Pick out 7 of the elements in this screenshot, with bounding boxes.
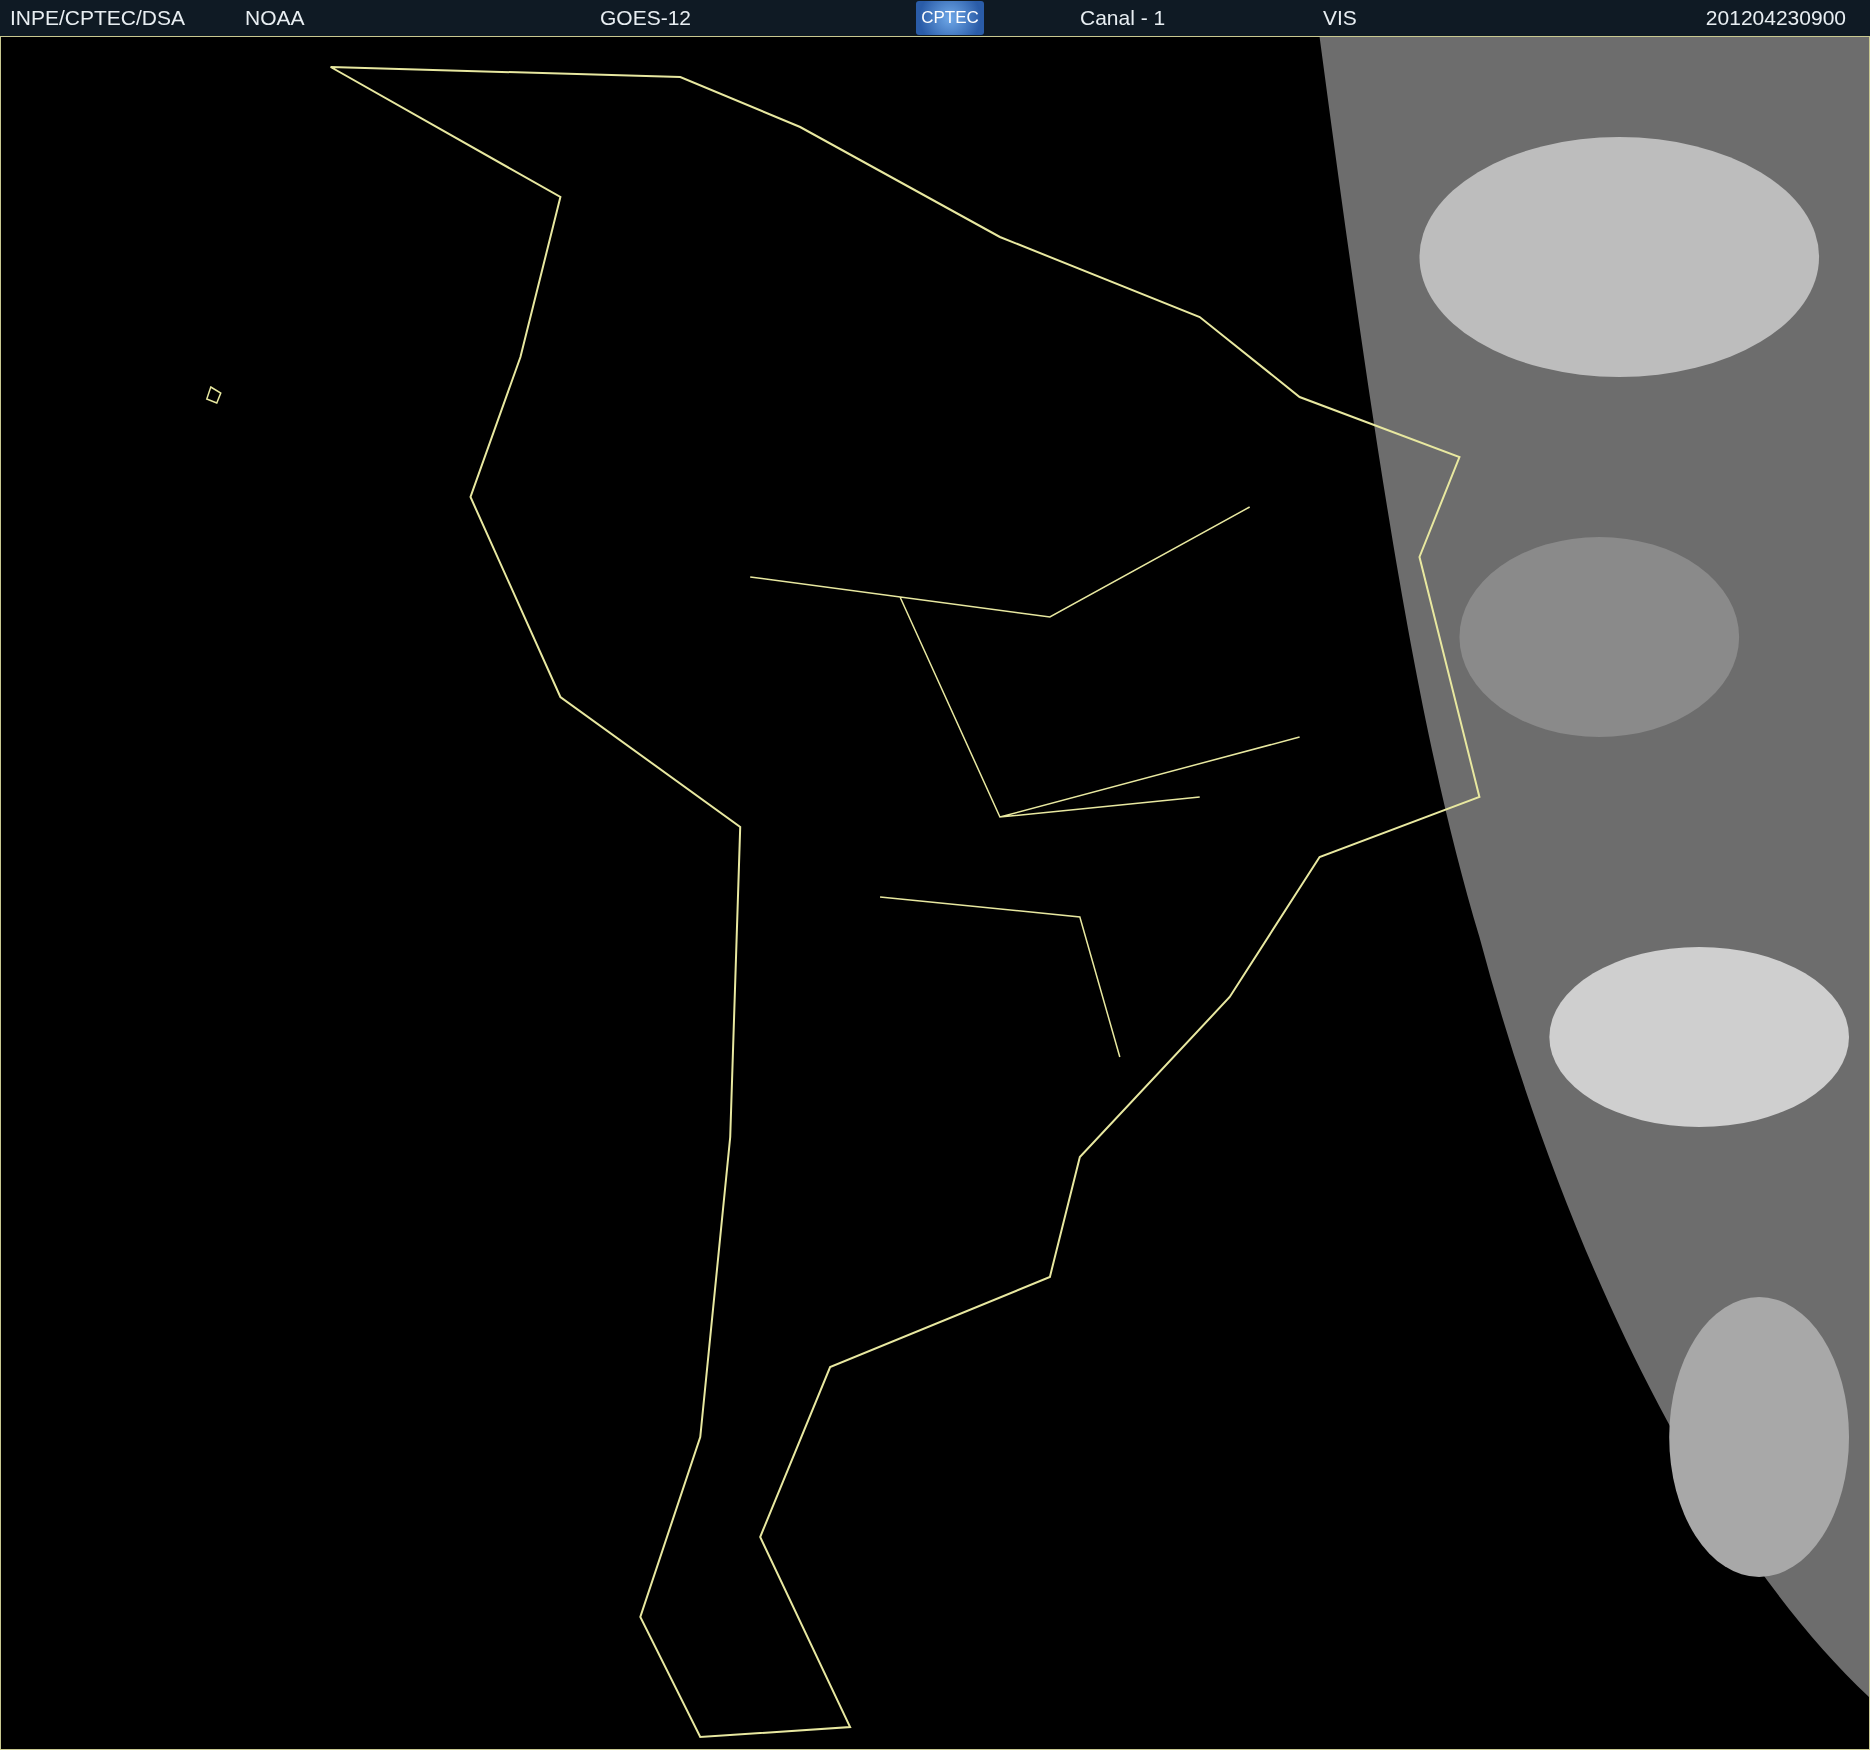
header-label: Canal - 1 [1080, 6, 1166, 30]
header-label: GOES-12 [600, 6, 692, 30]
header-label: INPE/CPTEC/DSA [10, 6, 186, 30]
logo: CPTEC [916, 1, 984, 35]
timestamp: 201204230900 [1705, 6, 1846, 30]
header-label: VIS [1323, 6, 1357, 30]
header-label: NOAA [245, 6, 305, 30]
